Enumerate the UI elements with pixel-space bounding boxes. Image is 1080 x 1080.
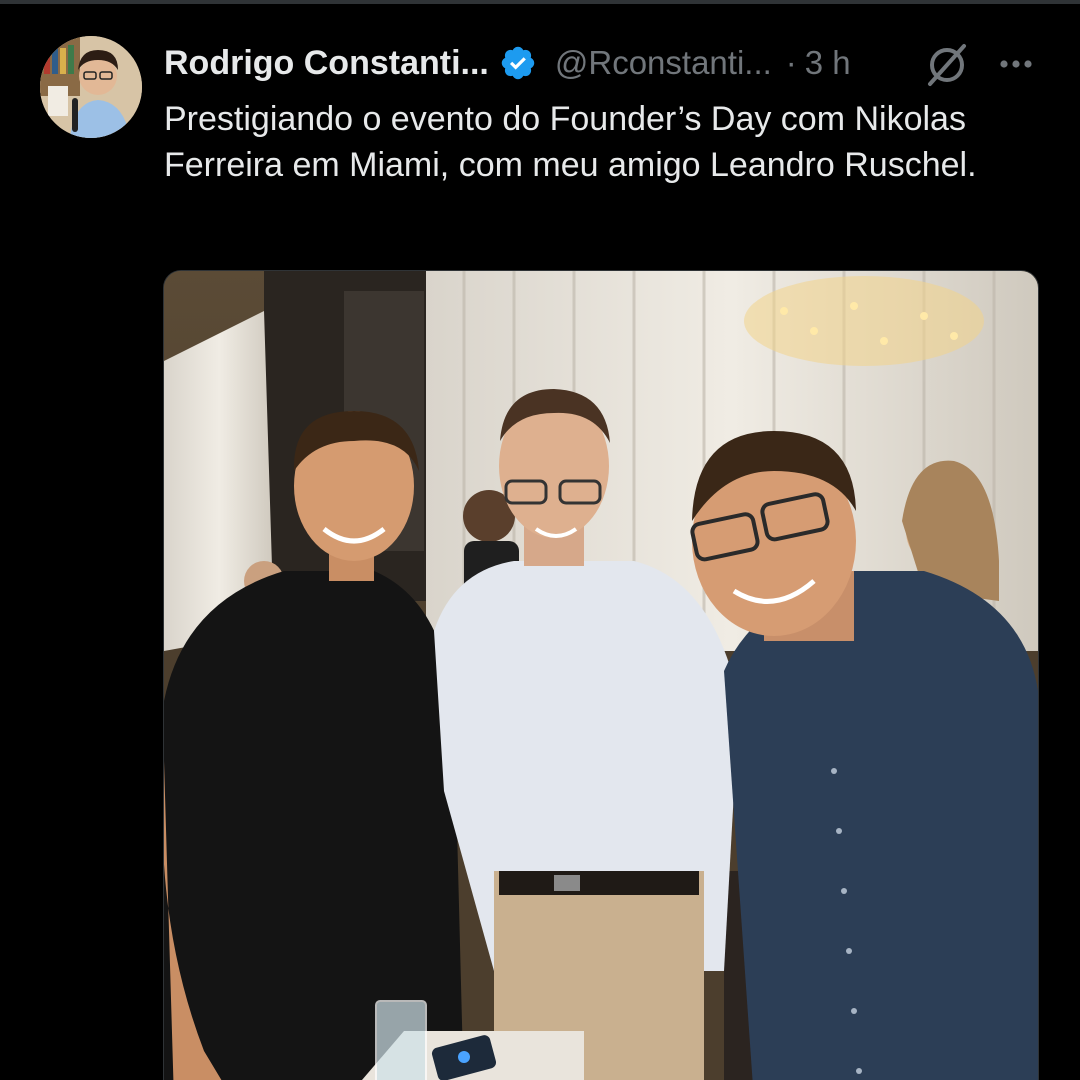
verified-badge-icon xyxy=(499,44,537,82)
author-display-name[interactable]: Rodrigo Constanti... xyxy=(164,44,489,83)
grok-icon[interactable] xyxy=(924,42,970,88)
tweet-text: Prestigiando o evento do Founder’s Day c… xyxy=(164,100,977,184)
author-avatar[interactable] xyxy=(40,36,142,138)
more-options-icon[interactable] xyxy=(996,44,1036,84)
author-handle[interactable]: @Rconstanti... xyxy=(555,44,772,82)
tweet-header: Rodrigo Constanti... @Rconstanti... · 3 … xyxy=(164,38,851,88)
tweet[interactable]: Rodrigo Constanti... @Rconstanti... · 3 … xyxy=(0,4,1080,1080)
tweet-timestamp[interactable]: 3 h xyxy=(805,44,851,82)
header-separator: · xyxy=(785,44,797,81)
photo-illustration xyxy=(164,271,1038,1080)
tweet-photo[interactable] xyxy=(163,270,1039,1080)
